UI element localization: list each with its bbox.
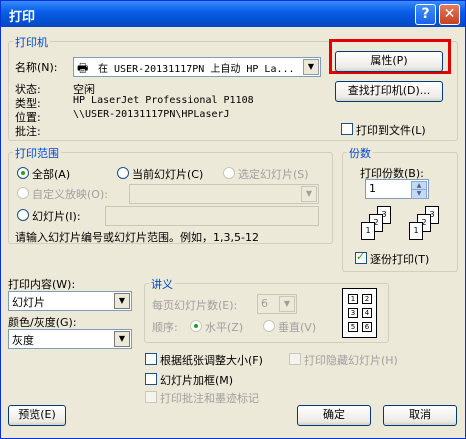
range-selection-radio [223, 167, 235, 179]
range-all-radio[interactable] [17, 167, 29, 179]
range-current-label[interactable]: 当前幻灯片(C) [132, 166, 203, 182]
order-horizontal-radio [190, 320, 202, 332]
handouts-group-label: 讲义 [149, 276, 175, 292]
print-to-file-label[interactable]: 打印到文件(L) [356, 122, 426, 138]
range-custom-radio [17, 187, 29, 199]
printer-name-select[interactable]: 🖶 在 USER-20131117PN 上自动 HP La... ▼ [73, 57, 321, 77]
order-label: 顺序: [152, 321, 178, 334]
copies-group-label: 份数 [347, 145, 373, 161]
color-label: 颜色/灰度(G): [8, 316, 77, 329]
print-hidden-label: 打印隐藏幻灯片(H) [304, 354, 398, 367]
copies-count-spinner[interactable]: 1 ▲ ▼ [365, 179, 429, 199]
slides-input[interactable] [105, 206, 319, 226]
comment-label: 批注: [15, 125, 41, 138]
print-dialog: 打印 ? ✕ 打印机 名称(N): 🖶 在 USER-20131117PN 上自… [0, 0, 466, 439]
chevron-down-icon: ▼ [301, 186, 317, 202]
order-vertical-radio [263, 320, 275, 332]
print-comments-checkbox [145, 391, 157, 403]
window-title: 打印 [9, 10, 36, 25]
where-value: \\USER-20131117PN\HPLaserJ [73, 109, 230, 120]
order-horizontal-label: 水平(Z) [205, 321, 244, 334]
printer-group-label: 打印机 [13, 34, 50, 50]
per-page-select: 6 ▼ [257, 294, 297, 314]
chevron-down-icon[interactable]: ▼ [114, 293, 130, 309]
close-icon[interactable]: ✕ [439, 4, 460, 25]
find-printer-button[interactable]: 查找打印机(D)... [335, 81, 443, 102]
printer-icon: 🖶 [77, 61, 89, 75]
print-comments-label: 打印批注和墨迹标记 [160, 392, 259, 405]
scale-to-fit-label[interactable]: 根据纸张调整大小(F) [160, 352, 263, 368]
range-hint: 请输入幻灯片编号或幻灯片范围。例如，1,3,5-12 [15, 231, 259, 244]
help-icon[interactable]: ? [415, 4, 436, 25]
per-page-label: 每页幻灯片数(E): [152, 299, 238, 312]
printer-name-label: 名称(N): [15, 61, 58, 74]
order-vertical-label: 垂直(V) [278, 321, 317, 334]
custom-show-select: ▼ [129, 184, 319, 204]
chevron-down-icon: ▼ [279, 296, 295, 312]
range-slides-radio[interactable] [17, 209, 29, 221]
print-range-label: 打印范围 [13, 145, 61, 161]
chevron-down-icon[interactable]: ▼ [303, 59, 319, 75]
title-bar[interactable]: 打印 ? ✕ [1, 1, 465, 27]
cancel-button[interactable]: 取消 [383, 405, 457, 426]
print-hidden-checkbox [289, 353, 301, 365]
ok-button[interactable]: 确定 [297, 405, 371, 426]
print-what-select[interactable]: 幻灯片 ▼ [8, 291, 132, 311]
range-selection-label: 选定幻灯片(S) [238, 168, 309, 181]
range-all-label[interactable]: 全部(A) [32, 166, 70, 182]
type-value: HP LaserJet Professional P1108 [73, 95, 254, 106]
collate-checkbox[interactable] [355, 250, 367, 264]
preview-button[interactable]: 预览(E) [8, 405, 66, 426]
color-select[interactable]: 灰度 ▼ [8, 329, 132, 349]
handout-preview: 1 2 3 4 5 6 [342, 288, 377, 338]
print-what-label: 打印内容(W): [8, 278, 76, 291]
print-to-file-checkbox[interactable] [341, 123, 353, 135]
frame-slides-label[interactable]: 幻灯片加框(M) [160, 372, 233, 388]
frame-slides-checkbox[interactable] [145, 373, 157, 385]
chevron-down-icon[interactable]: ▼ [114, 331, 130, 347]
collate-label[interactable]: 逐份打印(T) [370, 251, 429, 267]
scale-to-fit-checkbox[interactable] [145, 353, 157, 365]
range-current-radio[interactable] [117, 167, 129, 179]
range-slides-label[interactable]: 幻灯片(I): [32, 208, 81, 224]
spin-down-icon[interactable]: ▼ [411, 189, 427, 199]
properties-button[interactable]: 属性(P) [335, 51, 443, 72]
range-custom-label: 自定义放映(O): [32, 188, 108, 201]
